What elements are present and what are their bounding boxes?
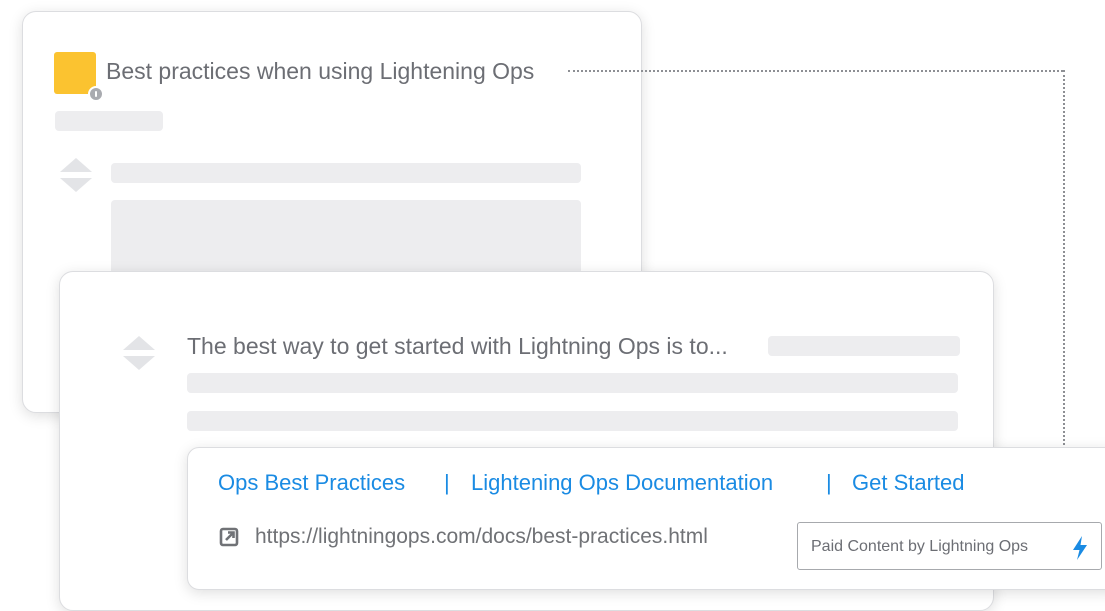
meta-placeholder [55,111,163,131]
upvote-icon[interactable] [60,158,92,172]
text-line-placeholder [768,336,960,356]
link-separator: | [444,470,450,495]
ad-url[interactable]: https://lightningops.com/docs/best-pract… [255,526,708,547]
sponsored-links-card: Ops Best Practices | Lightening Ops Docu… [187,447,1105,590]
info-badge-icon [88,86,104,102]
vote-control[interactable] [123,336,155,376]
connector-line [568,70,1063,72]
lightning-bolt-icon [1073,536,1087,560]
downvote-icon[interactable] [60,178,92,192]
paid-content-badge: Paid Content by Lightning Ops [797,522,1102,570]
link-separator: | [826,470,832,495]
paid-content-label: Paid Content by Lightning Ops [811,538,1029,555]
upvote-icon[interactable] [123,336,155,350]
connector-line [1063,70,1065,485]
link-documentation[interactable]: Lightening Ops Documentation [471,472,773,494]
text-line-placeholder [187,411,958,431]
answer-text: The best way to get started with Lightni… [187,333,728,359]
content-block-placeholder [111,200,581,280]
downvote-icon[interactable] [123,356,155,370]
vote-control[interactable] [60,158,92,198]
external-link-icon [219,527,239,547]
text-line-placeholder [187,373,958,393]
text-line-placeholder [111,163,581,183]
link-get-started[interactable]: Get Started [852,472,965,494]
link-ops-best-practices[interactable]: Ops Best Practices [218,472,405,494]
question-title[interactable]: Best practices when using Lightening Ops [106,60,534,83]
